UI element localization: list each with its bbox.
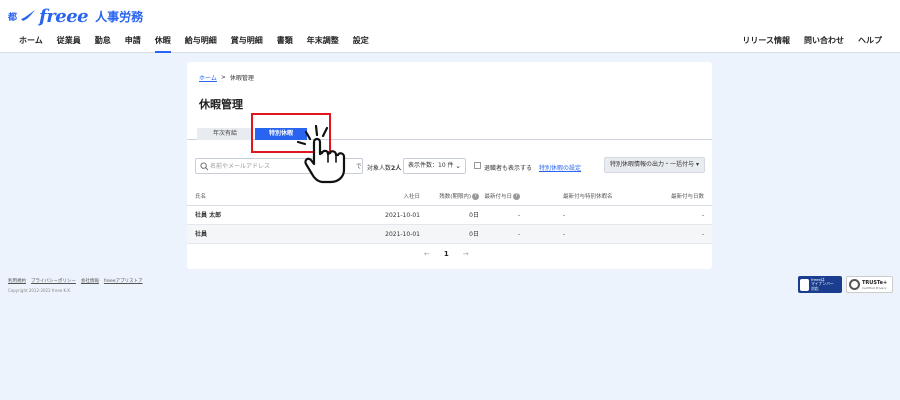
mynumber-line: 対応 [811, 285, 819, 291]
truste-seal-icon [849, 279, 860, 290]
page-title: 休暇管理 [199, 98, 243, 111]
truste-badge-text: TRUSTe+ Certified Privacy [862, 280, 887, 290]
cell-join-date: 2021-10-01 [385, 231, 420, 238]
breadcrumb-home[interactable]: ホーム [199, 73, 217, 82]
footer-terms-link[interactable]: 利用規約 [8, 278, 26, 284]
nav-help[interactable]: ヘルプ [858, 36, 882, 53]
truste-badge[interactable]: TRUSTe+ Certified Privacy [846, 276, 893, 293]
header-join-date: 入社日 [403, 194, 420, 200]
cell-join-date: 2021-10-01 [385, 212, 420, 219]
nav-settings[interactable]: 設定 [353, 36, 369, 53]
export-bulk-grant-button[interactable]: 特別休暇情報の出力・一括付与 ▾ [604, 157, 705, 173]
nav-payslip[interactable]: 給与明細 [185, 36, 217, 53]
header-name: 氏名 [195, 194, 207, 200]
breadcrumb-separator: > [220, 74, 226, 81]
help-icon[interactable]: ? [513, 193, 520, 200]
pagination: ← 1 → [424, 250, 469, 258]
app-header: 都 freee 人事労務 ホーム 従業員 勤怠 申請 休暇 給与明細 賞与明細 … [0, 0, 900, 53]
breadcrumb: ホーム > 休暇管理 [199, 73, 254, 82]
footer-company-link[interactable]: 会社情報 [81, 278, 99, 284]
header-last-special-name: 最新付与特別休暇名 [563, 194, 613, 200]
truste-subtitle: Certified Privacy [862, 285, 887, 290]
cell-last-grant-days: - [701, 212, 704, 219]
copyright: Copyright 2012-2022 freee K.K. [8, 288, 72, 293]
header-remaining: 残数(期限内)? [439, 188, 479, 206]
help-icon[interactable]: ? [472, 193, 479, 200]
nav-year-end[interactable]: 年末調整 [307, 36, 339, 53]
cell-last-special-name: - [563, 231, 566, 238]
nav-employees[interactable]: 従業員 [57, 36, 81, 53]
nav-documents[interactable]: 書類 [277, 36, 293, 53]
employee-leave-table: 氏名 入社日 残数(期限内)? 最新付与日? 最新付与特別休暇名 最新付与日数 … [187, 188, 712, 244]
truste-title: TRUSTe+ [862, 279, 888, 286]
footer-privacy-link[interactable]: プライバシーポリシー [31, 278, 76, 284]
mynumber-badge[interactable]: freeeは マイナンバー 対応 [798, 276, 842, 293]
cell-remaining: 0日 [469, 231, 479, 238]
nav-release-notes[interactable]: リリース情報 [742, 36, 790, 53]
chevron-down-icon: ⌄ [455, 162, 461, 170]
page-size-select[interactable]: 表示件数：10 件 ⌄ [403, 158, 466, 174]
header-remaining-label: 残数(期限内) [439, 194, 471, 200]
bird-icon [21, 10, 36, 21]
show-retired-label: 退職者も表示する [484, 165, 533, 172]
nav-home[interactable]: ホーム [19, 36, 43, 53]
table-row[interactable]: 社員 太郎 2021-10-01 0日 - - - [187, 206, 712, 225]
logo-brand: freee [39, 5, 89, 27]
cell-last-grant-date: - [517, 212, 520, 219]
target-count: 対象人数2人 [367, 163, 401, 172]
mynumber-badge-text: freeeは マイナンバー 対応 [811, 277, 834, 292]
cell-last-grant-date: - [517, 231, 520, 238]
prev-page-arrow-icon[interactable]: ← [424, 250, 430, 258]
tab-annual-leave[interactable]: 年次有給 [197, 128, 253, 140]
nav-leave[interactable]: 休暇 [154, 36, 171, 53]
nav-contact[interactable]: 問い合わせ [804, 36, 844, 53]
nav-requests[interactable]: 申請 [125, 36, 141, 53]
logo-product: 人事労務 [95, 9, 144, 24]
header-last-grant-date-label: 最新付与日 [484, 194, 512, 200]
mynumber-figure-icon [800, 278, 809, 291]
cell-last-grant-days: - [701, 231, 704, 238]
cell-remaining: 0日 [469, 212, 479, 219]
cell-last-special-name: - [563, 212, 566, 219]
pointing-hand-icon [296, 124, 346, 184]
footer-links: 利用規約 プライバシーポリシー 会社情報 freeeアプリストア [8, 278, 143, 284]
breadcrumb-current: 休暇管理 [229, 75, 254, 82]
footer-appstore-link[interactable]: freeeアプリストア [104, 278, 143, 284]
main-nav: ホーム 従業員 勤怠 申請 休暇 給与明細 賞与明細 書類 年末調整 設定 [19, 36, 383, 53]
search-suffix: で [356, 164, 362, 170]
next-page-arrow-icon[interactable]: → [463, 250, 469, 258]
target-count-label: 対象人数 [367, 165, 392, 172]
page-size-value: 表示件数：10 件 [408, 162, 454, 169]
nav-attendance[interactable]: 勤怠 [95, 36, 111, 53]
target-count-value: 2人 [391, 165, 402, 172]
special-leave-settings-link[interactable]: 特別休暇の設定 [539, 163, 581, 172]
show-retired-checkbox[interactable] [474, 162, 481, 169]
leave-management-card: ホーム > 休暇管理 休暇管理 年次有給 特別休暇 で 対象人数2人 表示件数：… [187, 62, 712, 269]
header-last-grant-date: 最新付与日? [484, 188, 520, 206]
nav-bonus[interactable]: 賞与明細 [231, 36, 263, 53]
cell-name: 社員 太郎 [195, 212, 222, 219]
current-page[interactable]: 1 [444, 250, 449, 258]
table-row[interactable]: 社員 2021-10-01 0日 - - - [187, 225, 712, 244]
table-header: 氏名 入社日 残数(期限内)? 最新付与日? 最新付与特別休暇名 最新付与日数 [187, 188, 712, 206]
header-last-grant-days: 最新付与日数 [670, 194, 704, 200]
search-icon [200, 162, 209, 171]
secondary-nav: リリース情報 問い合わせ ヘルプ [742, 36, 882, 53]
cell-name: 社員 [195, 231, 208, 238]
freee-logo[interactable]: 都 freee 人事労務 [8, 5, 144, 27]
logo-mark: 都 [8, 12, 18, 23]
